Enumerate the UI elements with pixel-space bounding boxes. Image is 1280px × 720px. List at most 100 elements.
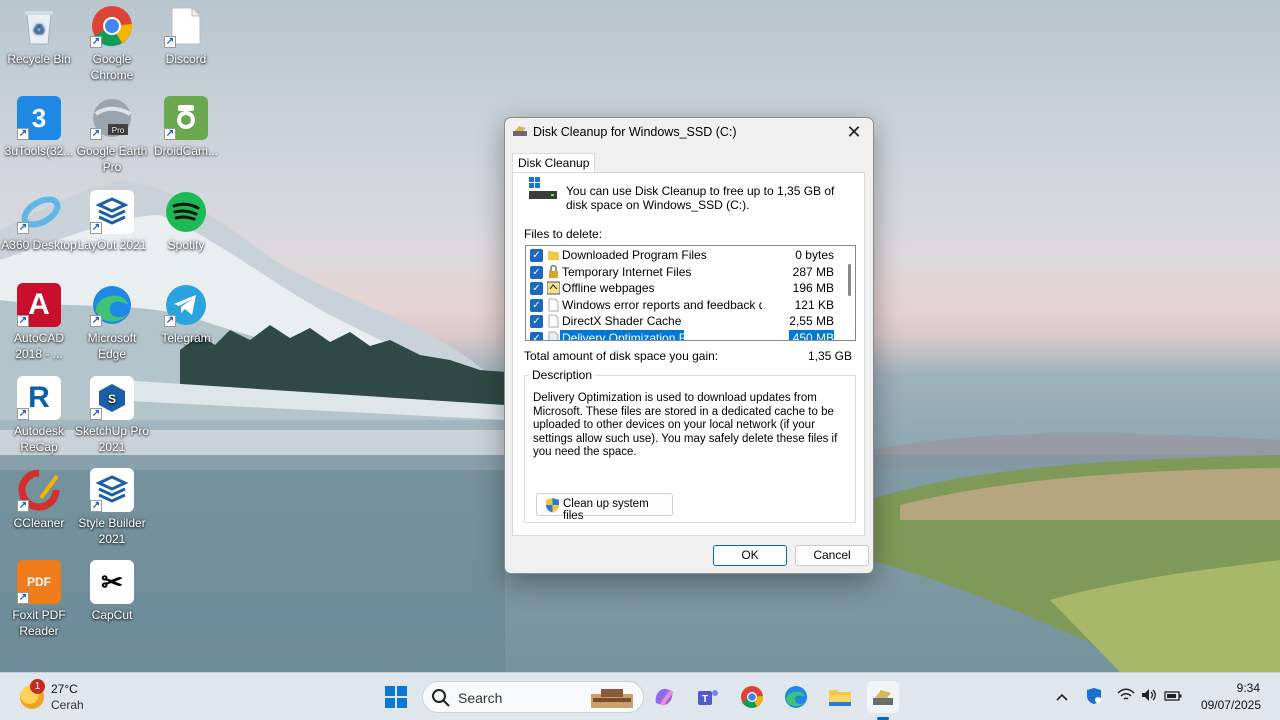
search-bar[interactable]: Search [422,681,644,713]
battery-icon[interactable] [1163,687,1183,707]
desktop-icon-recap[interactable]: R ↗ Autodesk ReCap [0,376,78,455]
chrome-icon: ↗ [90,4,134,48]
checkbox[interactable]: ✓ [530,299,543,312]
show-hidden-icons-chevron-icon[interactable] [1052,687,1072,707]
spotify-icon [164,190,208,234]
windows-icon [385,686,407,708]
desktop-icon-sketchup[interactable]: S ↗ SketchUp Pro 2021 [73,376,151,455]
a360-icon: ↗ [17,190,61,234]
checkbox[interactable]: ✓ [530,332,543,340]
weather-temperature: 27°C [51,682,78,696]
wifi-icon[interactable] [1116,687,1136,707]
security-shield-icon[interactable] [1084,687,1104,707]
notification-badge: 1 [30,679,45,694]
start-button[interactable] [380,681,412,713]
checkbox[interactable]: ✓ [530,249,543,262]
taskbar-chrome[interactable] [736,681,768,713]
recap-icon: R ↗ [17,376,61,420]
scrollbar-thumb[interactable] [848,264,851,296]
drive-icon [527,177,559,203]
svg-text:♻: ♻ [33,21,46,37]
telegram-icon: ↗ [164,283,208,327]
desktop-icon-discord[interactable]: ↗ Discord [147,4,225,67]
svg-text:S: S [108,392,116,406]
ok-button[interactable]: OK [713,545,787,566]
volume-icon[interactable] [1139,687,1159,707]
list-item[interactable]: ✓ Downloaded Program Files 0 bytes [526,247,844,263]
checkbox[interactable]: ✓ [530,315,543,328]
list-item[interactable]: ✓ Offline webpages 196 MB [526,280,844,296]
desktop-icon-edge[interactable]: ↗ Microsoft Edge [73,283,151,362]
list-item[interactable]: ✓ Temporary Internet Files 287 MB [526,264,844,280]
file-icon [547,331,560,340]
taskbar-disk-cleanup[interactable] [867,681,899,713]
folder-icon [547,248,560,262]
file-icon [547,314,560,328]
taskbar: 1 27°C Cerah Search T 9:34 09/07/2025 [0,672,1280,720]
autocad-icon: A ↗ [17,283,61,327]
close-button[interactable]: ✕ [841,120,867,144]
total-space-label: Total amount of disk space you gain: [524,349,719,363]
file-icon [547,298,560,312]
desktop-icon-a360[interactable]: ↗ A360 Desktop [0,190,78,253]
files-to-delete-label: Files to delete: [524,227,603,241]
desktop-icon-spotify[interactable]: Spotify [147,190,225,253]
desktop-icon-telegram[interactable]: ↗ Telegram [147,283,225,346]
taskbar-file-explorer[interactable] [824,681,856,713]
desktop-icon-foxit[interactable]: PDF ↗ Foxit PDF Reader [0,560,78,639]
list-item[interactable]: ✓ DirectX Shader Cache 2,55 MB [526,313,844,329]
desktop-icon-google-earth[interactable]: Pro ↗ Google Earth Pro [73,96,151,175]
list-scrollbar[interactable] [843,246,855,340]
desktop-icon-3utools[interactable]: 3 ↗ 3uTools(32... [0,96,78,159]
checkbox[interactable]: ✓ [530,282,543,295]
capcut-icon: ✂ [90,560,134,604]
desktop-icon-autocad[interactable]: A ↗ AutoCAD 2018 - ... [0,283,78,362]
desktop-icon-chrome[interactable]: ↗ Google Chrome [73,4,151,83]
desktop-icon-ccleaner[interactable]: ↗ CCleaner [0,468,78,531]
lock-icon [547,264,560,279]
folder-icon [829,690,851,706]
edge-icon: ↗ [90,283,134,327]
tab-disk-cleanup[interactable]: Disk Cleanup [512,153,596,173]
description-text: Delivery Optimization is used to downloa… [533,392,838,458]
desktop-icon-capcut[interactable]: ✂ CapCut [73,560,151,623]
intro-text: You can use Disk Cleanup to free up to 1… [566,184,835,212]
list-item[interactable]: ✓ Windows error reports and feedback dia… [526,297,844,313]
disk-cleanup-icon [873,690,893,705]
svg-text:T: T [702,694,708,705]
recycle-bin-icon: ♻ [17,4,61,48]
total-space-value: 1,35 GB [807,349,852,363]
files-list[interactable]: ✓ Downloaded Program Files 0 bytes ✓ Tem… [525,245,856,341]
search-placeholder: Search [458,690,503,706]
svg-text:Pro: Pro [112,126,125,135]
clock-time[interactable]: 9:34 [1237,681,1260,695]
teams-icon: T [698,690,718,705]
dialog-title: Disk Cleanup for Windows_SSD (C:) [533,125,737,139]
clean-up-system-files-button[interactable]: Clean up system files [536,493,673,522]
tab-panel: You can use Disk Cleanup to free up to 1… [512,172,865,536]
disk-cleanup-dialog: Disk Cleanup for Windows_SSD (C:) ✕ Disk… [504,117,874,574]
taskbar-teams[interactable]: T [692,681,724,713]
desktop-icon-droidcam[interactable]: ↗ DroidCam... [147,96,225,159]
edge-icon [785,686,807,708]
style-builder-icon: ↗ [90,468,134,512]
desktop-icon-layout[interactable]: ↗ LayOut 2021 [73,190,151,253]
layout-icon: ↗ [90,190,134,234]
taskbar-edge[interactable] [780,681,812,713]
foxit-icon: PDF ↗ [17,560,61,604]
description-group: Description Delivery Optimization is use… [524,368,856,523]
chrome-icon [741,686,764,708]
list-item-selected[interactable]: ✓ Delivery Optimization Files 450 MB [526,330,844,340]
desktop-icon-recycle-bin[interactable]: ♻ Recycle Bin [0,4,78,67]
description-label: Description [529,368,596,382]
sketchup-icon: S ↗ [90,376,134,420]
ccleaner-icon: ↗ [17,468,61,512]
taskbar-copilot[interactable] [648,681,680,713]
google-earth-icon: Pro ↗ [90,96,134,140]
checkbox[interactable]: ✓ [530,266,543,279]
clock-date[interactable]: 09/07/2025 [1201,698,1261,712]
3utools-icon: 3 ↗ [17,96,61,140]
desktop-icon-style-builder[interactable]: ↗ Style Builder 2021 [73,468,151,547]
cancel-button[interactable]: Cancel [795,545,869,566]
search-icon [432,689,450,707]
